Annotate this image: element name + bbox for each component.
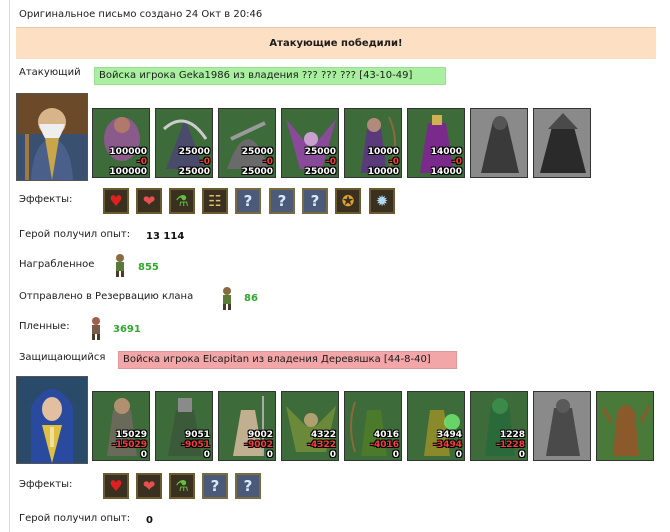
attacker-exp-label: Герой получил опыт: xyxy=(19,229,131,240)
page-left-border xyxy=(9,0,10,532)
unit-lost-count: -0 xyxy=(326,157,336,167)
captives-label: Пленные: xyxy=(19,321,70,332)
unknown-effect-icon[interactable]: ? xyxy=(235,473,261,499)
unit-remain-count: 100000 xyxy=(109,167,147,177)
unit-remain-count: 0 xyxy=(140,450,147,460)
attacker-unit-6[interactable]: 14000 -0 14000 xyxy=(407,108,465,178)
attacker-unit-empty-1 xyxy=(470,108,528,178)
loot-value: 855 xyxy=(138,262,159,273)
defender-army-banner[interactable]: Войска игрока Elcapitan из владения Дере… xyxy=(118,351,457,369)
attacker-unit-empty-2 xyxy=(533,108,591,178)
defender-unit-empty-1 xyxy=(533,391,591,461)
unit-remain-count: 25000 xyxy=(241,167,273,177)
scroll-icon[interactable]: ☷ xyxy=(202,188,228,214)
unit-lost-count: -4016 xyxy=(370,440,399,450)
unit-lost-count: -9051 xyxy=(181,440,210,450)
crystal-icon[interactable]: ✹ xyxy=(369,188,395,214)
attacker-unit-3[interactable]: 25000 -0 25000 xyxy=(218,108,276,178)
captives-value: 3691 xyxy=(113,324,141,335)
unit-start-count: 4016 xyxy=(373,430,399,440)
unknown-effect-icon[interactable]: ? xyxy=(235,188,261,214)
unit-remain-count: 0 xyxy=(266,450,273,460)
letter-created-line: Оригинальное письмо создано 24 Окт в 20:… xyxy=(19,9,263,20)
unit-remain-count: 25000 xyxy=(178,167,210,177)
defender-unit-1[interactable]: 15029 -15029 0 xyxy=(92,391,150,461)
peasant-icon xyxy=(223,287,231,310)
attacker-unit-1[interactable]: 100000 -0 100000 xyxy=(92,108,150,178)
unit-start-count: 4322 xyxy=(310,430,336,440)
defender-hero-portrait[interactable] xyxy=(16,376,88,464)
attacker-army-banner[interactable]: Войска игрока Geka1986 из владения ??? ?… xyxy=(94,67,446,85)
potion-icon[interactable]: ⚗ xyxy=(169,188,195,214)
unit-start-count: 3494 xyxy=(436,430,462,440)
unit-lost-count: -0 xyxy=(389,157,399,167)
unit-start-count: 10000 xyxy=(367,147,399,157)
defender-unit-2[interactable]: 9051 -9051 0 xyxy=(155,391,213,461)
defender-exp-label: Герой получил опыт: xyxy=(19,513,131,524)
attacker-hero-portrait[interactable] xyxy=(16,93,88,181)
potion-icon[interactable]: ⚗ xyxy=(169,473,195,499)
defender-exp-value: 0 xyxy=(146,515,153,526)
defender-unit-empty-2 xyxy=(596,391,654,461)
attacker-exp-value: 13 114 xyxy=(146,231,185,242)
attacker-label: Атакующий xyxy=(19,67,81,78)
captive-icon xyxy=(92,317,100,340)
clan-reserve-value: 86 xyxy=(244,293,258,304)
defender-unit-7[interactable]: 1228 -1228 0 xyxy=(470,391,528,461)
unit-start-count: 9051 xyxy=(184,430,210,440)
unit-lost-count: -0 xyxy=(200,157,210,167)
unit-remain-count: 14000 xyxy=(430,167,462,177)
defender-unit-5[interactable]: 4016 -4016 0 xyxy=(344,391,402,461)
heart-icon[interactable]: ♥ xyxy=(103,188,129,214)
attacker-effects-label: Эффекты: xyxy=(19,194,73,205)
unknown-effect-icon[interactable]: ? xyxy=(202,473,228,499)
unit-start-count: 25000 xyxy=(241,147,273,157)
unit-start-count: 15029 xyxy=(115,430,147,440)
hearts-icon[interactable]: ❤ xyxy=(136,188,162,214)
unit-lost-count: -0 xyxy=(263,157,273,167)
defender-unit-4[interactable]: 4322 -4322 0 xyxy=(281,391,339,461)
unit-start-count: 1228 xyxy=(499,430,525,440)
attacker-unit-5[interactable]: 10000 -0 10000 xyxy=(344,108,402,178)
unit-remain-count: 25000 xyxy=(304,167,336,177)
unit-lost-count: -0 xyxy=(137,157,147,167)
unit-lost-count: -4322 xyxy=(307,440,336,450)
unit-start-count: 25000 xyxy=(304,147,336,157)
unknown-effect-icon[interactable]: ? xyxy=(302,188,328,214)
attacker-unit-4[interactable]: 25000 -0 25000 xyxy=(281,108,339,178)
gold-icon[interactable]: ✪ xyxy=(335,188,361,214)
unit-lost-count: -9002 xyxy=(244,440,273,450)
attacker-unit-2[interactable]: 25000 -0 25000 xyxy=(155,108,213,178)
unit-remain-count: 0 xyxy=(329,450,336,460)
unit-start-count: 25000 xyxy=(178,147,210,157)
unit-remain-count: 10000 xyxy=(367,167,399,177)
defender-label: Защищающийся xyxy=(19,352,106,363)
battle-result-text: Атакующие победили! xyxy=(269,38,403,49)
unit-remain-count: 0 xyxy=(455,450,462,460)
unit-start-count: 100000 xyxy=(109,147,147,157)
unknown-effect-icon[interactable]: ? xyxy=(269,188,295,214)
unit-lost-count: -15029 xyxy=(111,440,147,450)
unit-remain-count: 0 xyxy=(203,450,210,460)
unit-remain-count: 0 xyxy=(518,450,525,460)
unit-start-count: 9002 xyxy=(247,430,273,440)
peasant-icon xyxy=(116,254,124,277)
defender-effects-label: Эффекты: xyxy=(19,479,73,490)
defender-unit-3[interactable]: 9002 -9002 0 xyxy=(218,391,276,461)
unit-start-count: 14000 xyxy=(430,147,462,157)
loot-label: Награбленное xyxy=(19,259,95,270)
unit-lost-count: -0 xyxy=(452,157,462,167)
defender-unit-6[interactable]: 3494 -3494 0 xyxy=(407,391,465,461)
unit-remain-count: 0 xyxy=(392,450,399,460)
unit-lost-count: -1228 xyxy=(496,440,525,450)
unit-lost-count: -3494 xyxy=(433,440,462,450)
hearts-icon[interactable]: ❤ xyxy=(136,473,162,499)
heart-icon[interactable]: ♥ xyxy=(103,473,129,499)
clan-reserve-label: Отправлено в Резервацию клана xyxy=(19,291,194,302)
battle-result-banner: Атакующие победили! xyxy=(16,27,656,59)
